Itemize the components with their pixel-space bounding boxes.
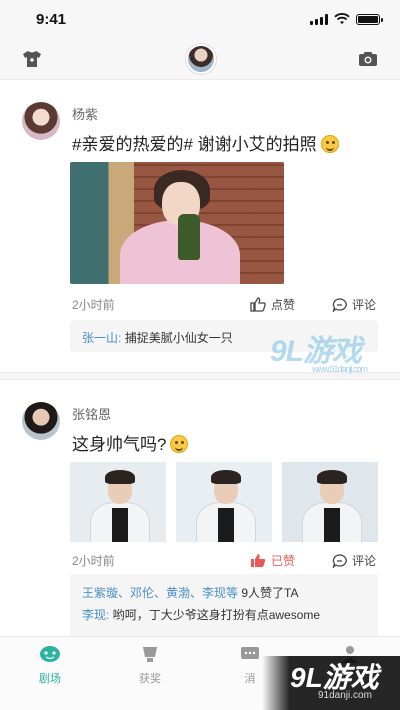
- watermark-logo: 9L游戏 www.91danji.com: [270, 326, 368, 374]
- status-icons: [310, 13, 383, 25]
- tab-label: 获奖: [139, 673, 161, 685]
- cellular-signal-icon: [310, 13, 328, 25]
- post-text-content: 这身帅气吗?: [72, 435, 167, 454]
- like-label: 点赞: [271, 298, 296, 312]
- avatar[interactable]: [22, 402, 60, 440]
- corner-watermark-domain: 91danji.com: [318, 690, 372, 701]
- post-photo[interactable]: [70, 162, 284, 284]
- theater-icon: [40, 646, 60, 662]
- post-time: 2小时前: [72, 298, 115, 312]
- comment-button[interactable]: 评论: [332, 296, 376, 313]
- post-photo[interactable]: [70, 462, 166, 542]
- post-photo-grid: [70, 462, 378, 542]
- comment-text: 哟呵，丁大少爷这身打扮有点awesome: [112, 608, 321, 622]
- shirt-icon[interactable]: [22, 50, 42, 68]
- post-text: 这身帅气吗?: [72, 430, 189, 455]
- message-icon: [241, 647, 259, 659]
- comment-text: 捕捉美腻小仙女一只: [124, 331, 233, 345]
- liker-names[interactable]: 王紫璇、邓伦、黄渤、李现等: [82, 586, 238, 600]
- battery-icon: [356, 13, 383, 25]
- comment-author[interactable]: 李现:: [82, 608, 109, 622]
- likes-line: 王紫璇、邓伦、黄渤、李现等 9人赞了TA: [82, 582, 366, 604]
- camera-icon[interactable]: [358, 51, 378, 67]
- status-time: 9:41: [36, 11, 67, 28]
- smile-emoji-icon: [170, 435, 189, 453]
- liked-button[interactable]: 已赞: [250, 552, 295, 569]
- post-username[interactable]: 杨紫: [72, 104, 98, 123]
- wifi-icon: [334, 13, 350, 24]
- tab-label: 剧场: [39, 673, 61, 685]
- thumbs-up-icon: [250, 297, 266, 312]
- watermark-domain: www.91danji.com: [312, 364, 368, 374]
- comment-bubble-icon: [332, 297, 347, 312]
- post-photo[interactable]: [282, 462, 378, 542]
- avatar[interactable]: [22, 102, 60, 140]
- post-username[interactable]: 张铭恩: [72, 404, 111, 423]
- comment-author[interactable]: 张一山:: [82, 331, 121, 345]
- comment-line: 李现: 哟呵，丁大少爷这身打扮有点awesome: [82, 604, 366, 626]
- comment-label: 评论: [352, 298, 377, 312]
- smile-emoji-icon: [320, 135, 339, 153]
- comment-bubble-icon: [332, 553, 347, 568]
- like-button[interactable]: 点赞: [250, 296, 295, 313]
- like-label: 已赞: [271, 554, 296, 568]
- comment-box: 王紫璇、邓伦、黄渤、李现等 9人赞了TA 李现: 哟呵，丁大少爷这身打扮有点aw…: [70, 574, 378, 640]
- tab-theater[interactable]: 剧场: [20, 645, 80, 686]
- post-text: #亲爱的热爱的# 谢谢小艾的拍照: [72, 130, 339, 155]
- user-avatar[interactable]: [186, 44, 216, 74]
- tab-awards[interactable]: 获奖: [120, 645, 180, 686]
- post-card: 张铭恩 这身帅气吗? 2小时前 已赞 评论 王紫璇、邓伦、黄渤、李现等 9人赞了…: [0, 380, 400, 650]
- top-nav: [0, 40, 400, 80]
- likes-count: 9人赞了TA: [241, 586, 299, 600]
- status-bar: 9:41: [0, 0, 400, 40]
- post-photo[interactable]: [176, 462, 272, 542]
- trophy-icon: [143, 647, 157, 662]
- post-text-content: #亲爱的热爱的# 谢谢小艾的拍照: [72, 135, 317, 154]
- post-time: 2小时前: [72, 554, 115, 568]
- thumbs-up-filled-icon: [251, 554, 266, 567]
- comment-button[interactable]: 评论: [332, 552, 376, 569]
- comment-label: 评论: [352, 554, 377, 568]
